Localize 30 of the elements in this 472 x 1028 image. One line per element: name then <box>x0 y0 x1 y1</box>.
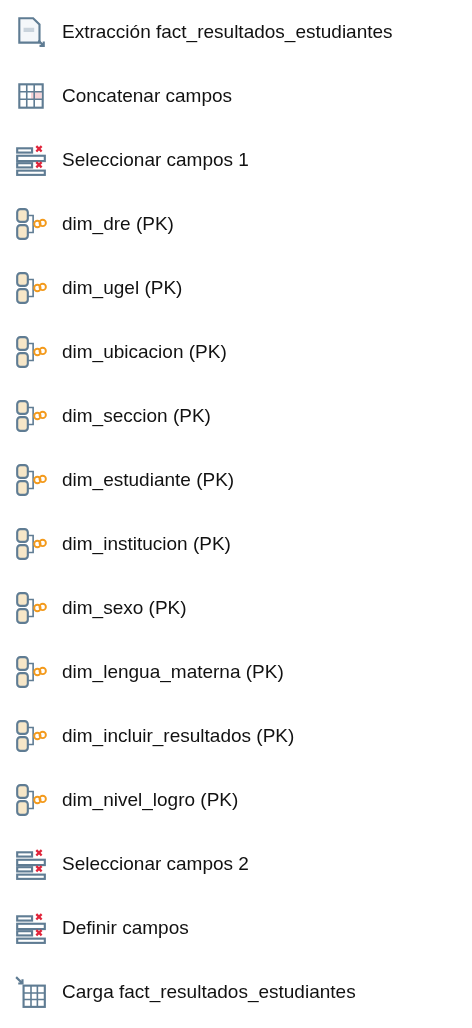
field-list-icon <box>14 911 48 945</box>
step-label[interactable]: Seleccionar campos 2 <box>62 853 249 875</box>
step-label[interactable]: dim_nivel_logro (PK) <box>62 789 239 811</box>
step-label[interactable]: Carga fact_resultados_estudiantes <box>62 981 356 1003</box>
step-label[interactable]: dim_ubicacion (PK) <box>62 341 227 363</box>
step-label[interactable]: dim_estudiante (PK) <box>62 469 235 491</box>
database-link-icon <box>14 335 48 369</box>
database-link-icon <box>14 527 48 561</box>
step-label[interactable]: dim_seccion (PK) <box>62 405 211 427</box>
step-label[interactable]: dim_lengua_materna (PK) <box>62 661 284 683</box>
step-label[interactable]: Definir campos <box>62 917 189 939</box>
table-load-icon <box>14 975 48 1009</box>
step-label[interactable]: Seleccionar campos 1 <box>62 149 249 171</box>
step-label[interactable]: dim_institucion (PK) <box>62 533 231 555</box>
field-list-icon <box>14 143 48 177</box>
database-link-icon <box>14 463 48 497</box>
step-label[interactable]: Concatenar campos <box>62 85 233 107</box>
step-label[interactable]: Extracción fact_resultados_estudiantes <box>62 21 393 43</box>
step-label[interactable]: dim_ugel (PK) <box>62 277 183 299</box>
database-link-icon <box>14 399 48 433</box>
step-label[interactable]: dim_sexo (PK) <box>62 597 187 619</box>
database-link-icon <box>14 783 48 817</box>
database-link-icon <box>14 271 48 305</box>
database-link-icon <box>14 591 48 625</box>
field-list-icon <box>14 847 48 881</box>
database-link-icon <box>14 207 48 241</box>
database-link-icon <box>14 655 48 689</box>
database-link-icon <box>14 719 48 753</box>
step-label[interactable]: dim_dre (PK) <box>62 213 174 235</box>
step-label[interactable]: dim_incluir_resultados (PK) <box>62 725 295 747</box>
